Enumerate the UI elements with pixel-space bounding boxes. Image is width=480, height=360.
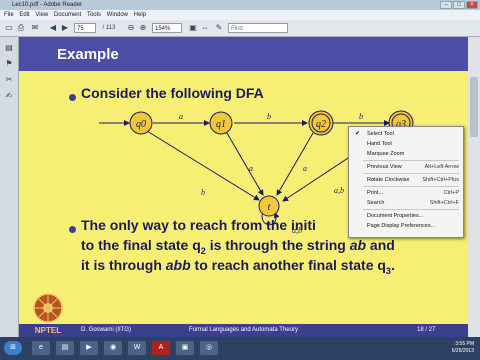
menu-item-page-display-preferences[interactable]: Page Display Preferences...	[349, 221, 463, 231]
taskbar-app-camera[interactable]: ◎	[200, 341, 218, 355]
pages-icon[interactable]: ▤	[4, 43, 14, 53]
menu-item-marquee-zoom[interactable]: Marquee Zoom	[349, 149, 463, 159]
svg-text:NPTEL: NPTEL	[35, 326, 61, 335]
page-total: / 113	[102, 25, 116, 31]
find-input[interactable]: Find	[228, 23, 288, 33]
context-menu: ✔ Select Tool Hand Tool Marquee Zoom Pre…	[348, 126, 464, 238]
menu-edit[interactable]: Edit	[19, 12, 29, 18]
slide-footer: D. Goswami (IITG) Formal Languages and A…	[19, 324, 468, 337]
menu-item-previous-view[interactable]: Previous View Alt+Left Arrow	[349, 162, 463, 172]
menu-item-rotate-clockwise[interactable]: Rotate Clockwise Shift+Ctrl+Plus	[349, 175, 463, 185]
vertical-scrollbar[interactable]	[467, 37, 480, 337]
minimize-button[interactable]: –	[440, 1, 452, 9]
attachments-icon[interactable]: ✂	[4, 75, 14, 85]
edge-label-q1-t: a	[249, 164, 253, 173]
state-label-q2: q2	[316, 119, 326, 130]
menu-item-search[interactable]: Search Shift+Ctrl+F	[349, 198, 463, 208]
next-page-icon[interactable]: ▶	[60, 23, 70, 33]
zoom-in-icon[interactable]: ⊕	[138, 23, 148, 33]
taskbar: ⊞ e ▤ ▶ ◉ W A ▣ ◎ 3:55 PM 6/26/2013	[0, 337, 480, 360]
taskbar-app-other[interactable]: ▣	[176, 341, 194, 355]
edge-label-q1-q2: b	[267, 112, 271, 121]
edge-label-q2-t: a	[303, 164, 307, 173]
menu-bar: File Edit View Document Tools Window Hel…	[0, 10, 480, 20]
toolbar: ▭ ⎙ ✉ ◀ ▶ 75 / 113 ⊖ ⊕ 154% ▣ ⇔ ✎ Find	[0, 20, 480, 37]
start-button[interactable]: ⊞	[4, 341, 22, 355]
menu-item-hand-tool[interactable]: Hand Tool	[349, 139, 463, 149]
fit-width-icon[interactable]: ⇔	[200, 23, 210, 33]
taskbar-app-ie[interactable]: e	[32, 341, 50, 355]
menu-window[interactable]: Window	[107, 12, 128, 18]
open-icon[interactable]: ▭	[4, 23, 14, 33]
zoom-select[interactable]: 154%	[152, 23, 182, 33]
clock: 3:55 PM 6/26/2013	[451, 341, 474, 354]
prev-page-icon[interactable]: ◀	[48, 23, 58, 33]
edge-label-q3-t: a,b	[334, 186, 344, 195]
zoom-out-icon[interactable]: ⊖	[126, 23, 136, 33]
bullet-icon	[69, 226, 76, 233]
edge-label-q2-q3: b	[359, 112, 363, 121]
taskbar-app-adobe-reader[interactable]: A	[152, 341, 170, 355]
state-label-q1: q1	[216, 119, 226, 130]
page-number-input[interactable]: 75	[74, 23, 96, 33]
footer-author: D. Goswami (IITG)	[81, 327, 132, 333]
menu-item-document-properties[interactable]: Document Properties...	[349, 211, 463, 221]
bullet-text-2-line1: The only way to reach from the initi	[81, 217, 316, 233]
check-icon: ✔	[355, 131, 361, 137]
window-title: Lec10.pdf - Adobe Reader	[12, 2, 83, 8]
footer-page: 18 / 27	[417, 327, 436, 333]
menu-file[interactable]: File	[4, 12, 14, 18]
nptel-logo: NPTEL	[33, 293, 63, 335]
taskbar-app-firefox[interactable]: ◉	[104, 341, 122, 355]
scrollbar-thumb[interactable]	[470, 77, 478, 137]
taskbar-app-media[interactable]: ▶	[80, 341, 98, 355]
taskbar-app-explorer[interactable]: ▤	[56, 341, 74, 355]
state-label-t: t	[268, 202, 271, 213]
bookmarks-icon[interactable]: ⚑	[4, 59, 14, 69]
slide-header: Example	[19, 37, 468, 71]
navigation-panel: ▤ ⚑ ✂ ✍	[0, 37, 19, 337]
dfa-edges	[99, 120, 390, 226]
menu-view[interactable]: View	[35, 12, 48, 18]
menu-document[interactable]: Document	[54, 12, 81, 18]
comments-icon[interactable]: ✍	[4, 91, 14, 101]
window-titlebar: Lec10.pdf - Adobe Reader – □ ×	[0, 0, 480, 10]
fit-page-icon[interactable]: ▣	[188, 23, 198, 33]
edge-label-q0-t: b	[201, 188, 205, 197]
menu-item-print[interactable]: Print... Ctrl+P	[349, 188, 463, 198]
taskbar-app-word[interactable]: W	[128, 341, 146, 355]
email-icon[interactable]: ✉	[30, 23, 40, 33]
menu-item-select-tool[interactable]: ✔ Select Tool	[349, 129, 463, 139]
maximize-button[interactable]: □	[453, 1, 465, 9]
footer-course: Formal Languages and Automata Theory	[189, 327, 298, 333]
bullet-text-2-line2: to the final state q2 is through the str…	[81, 237, 395, 256]
bullet-icon	[69, 94, 76, 101]
print-icon[interactable]: ⎙	[16, 23, 26, 33]
slide-title: Example	[57, 46, 119, 63]
bullet-text-2-line3: it is through abb to reach another final…	[81, 257, 395, 276]
close-button[interactable]: ×	[466, 1, 478, 9]
bullet-text-1: Consider the following DFA	[81, 85, 264, 101]
menu-help[interactable]: Help	[134, 12, 146, 18]
edge-label-q0-q1: a	[179, 112, 183, 121]
menu-tools[interactable]: Tools	[87, 12, 101, 18]
tools-icon[interactable]: ✎	[214, 23, 224, 33]
state-label-q0: q0	[136, 119, 146, 130]
